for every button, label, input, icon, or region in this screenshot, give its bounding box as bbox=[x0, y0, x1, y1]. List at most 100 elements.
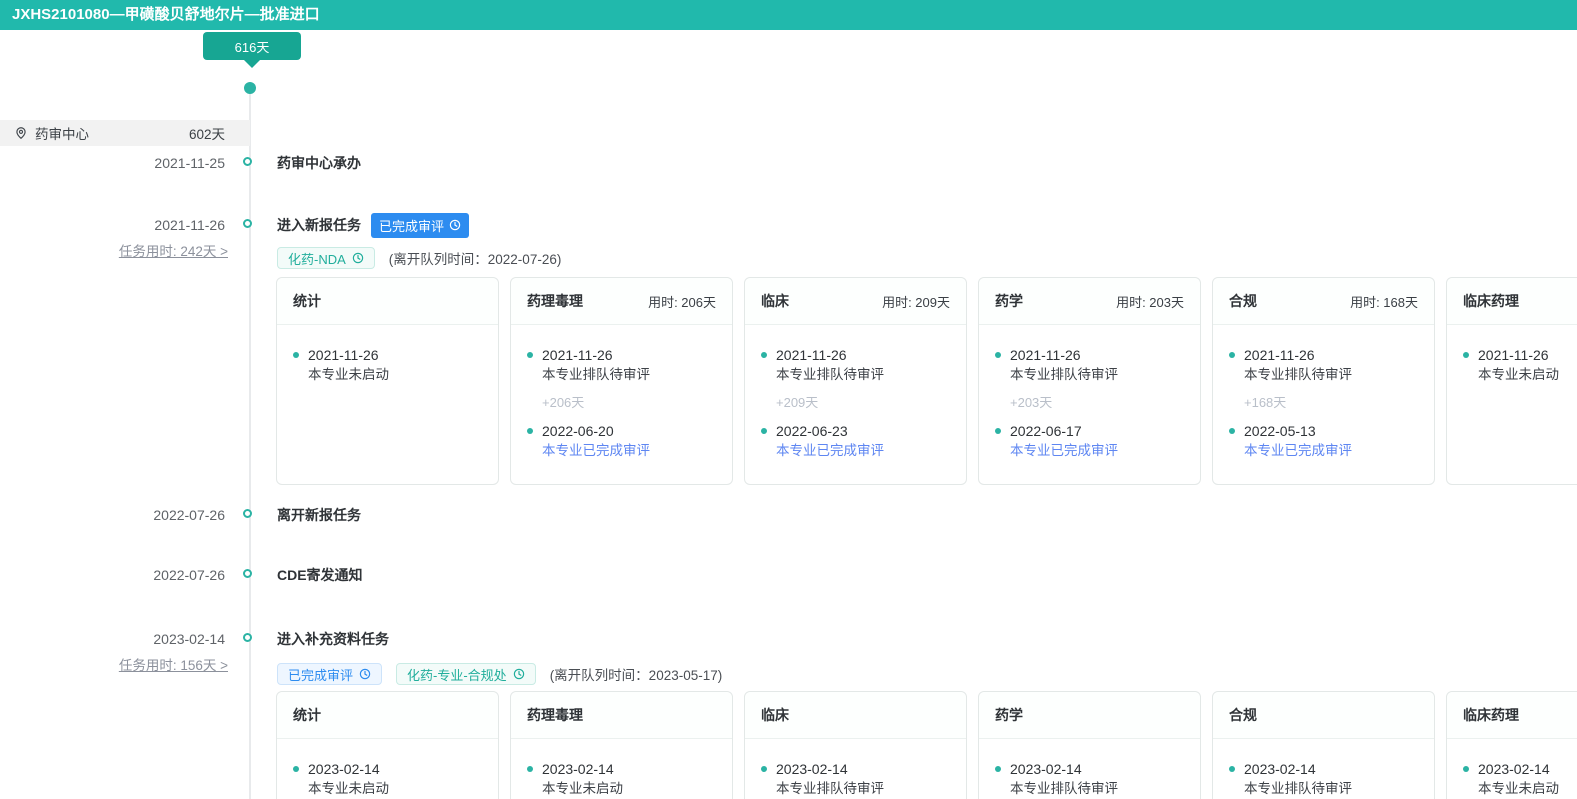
card-title: 合规 bbox=[1229, 705, 1257, 725]
bullet-dot bbox=[1229, 352, 1235, 358]
task-type-tag[interactable]: 化药-专业-合规处 bbox=[396, 663, 536, 685]
entry-date: 2021-11-26 bbox=[1244, 346, 1418, 364]
event-title: 离开新报任务 bbox=[277, 505, 361, 525]
entry-date: 2023-02-14 bbox=[1010, 760, 1184, 778]
card-title: 统计 bbox=[293, 291, 321, 311]
entry-status: 本专业未启动 bbox=[542, 780, 716, 798]
card-entry: 2021-11-26 本专业未启动 bbox=[293, 346, 482, 384]
queue-leave-note: (离开队列时间：2022-07-26) bbox=[389, 248, 562, 268]
review-timeline-page: JXHS2101080—甲磺酸贝舒地尔片—批准进口 616天 药审中心 602天… bbox=[0, 0, 1577, 799]
card-entry: 2021-11-26 本专业排队待审评 bbox=[527, 346, 716, 384]
card-statistics: 统计 2021-11-26 本专业未启动 bbox=[276, 277, 499, 485]
card-duration: 用时: 209天 bbox=[882, 292, 950, 311]
card-entry: 2023-02-14 本专业未启动 bbox=[293, 760, 482, 798]
event-title: 药审中心承办 bbox=[277, 153, 361, 173]
entry-date: 2022-06-23 bbox=[776, 422, 950, 440]
status-badge-completed[interactable]: 已完成审评 bbox=[371, 213, 469, 238]
card-title: 合规 bbox=[1229, 291, 1257, 311]
card-duration: 用时: 203天 bbox=[1116, 292, 1184, 311]
task-duration-link[interactable]: 任务用时: 242天 > bbox=[0, 242, 228, 262]
entry-status-link[interactable]: 本专业已完成审评 bbox=[542, 442, 716, 460]
entry-status: 本专业排队待审评 bbox=[776, 780, 950, 798]
card-pharmacology-toxicology: 药理毒理 用时: 206天 2021-11-26 本专业排队待审评 +206天 … bbox=[510, 277, 733, 485]
event-title: 进入补充资料任务 bbox=[277, 629, 389, 649]
card-title: 临床药理 bbox=[1463, 291, 1519, 311]
entry-date: 2022-05-13 bbox=[1244, 422, 1418, 440]
total-duration-tooltip: 616天 bbox=[203, 32, 301, 60]
queue-wait-duration: +168天 bbox=[1244, 395, 1418, 411]
card-statistics: 统计 2023-02-14 本专业未启动 bbox=[276, 691, 499, 799]
card-title: 统计 bbox=[293, 705, 321, 725]
card-clinical-pharmacology: 临床药理 2021-11-26 本专业未启动 bbox=[1446, 277, 1577, 485]
card-entry: 2023-02-14 本专业未启动 bbox=[527, 760, 716, 798]
card-duration: 用时: 206天 bbox=[648, 292, 716, 311]
entry-status: 本专业排队待审评 bbox=[542, 366, 716, 384]
card-entry: 2023-02-14 本专业排队待审评 bbox=[995, 760, 1184, 798]
card-title: 临床药理 bbox=[1463, 705, 1519, 725]
card-entry: 2022-06-23 本专业已完成审评 bbox=[761, 422, 950, 460]
bullet-dot bbox=[527, 352, 533, 358]
entry-status-link[interactable]: 本专业已完成审评 bbox=[1010, 442, 1184, 460]
bullet-dot bbox=[1229, 766, 1235, 772]
bullet-dot bbox=[995, 766, 1001, 772]
clock-icon bbox=[513, 668, 525, 680]
entry-status: 本专业未启动 bbox=[1478, 366, 1577, 384]
card-clinical-pharmacology: 临床药理 2023-02-14 本专业未启动 bbox=[1446, 691, 1577, 799]
timeline-start-dot bbox=[244, 82, 256, 94]
bullet-dot bbox=[995, 428, 1001, 434]
location-pin-icon bbox=[14, 126, 28, 140]
card-title: 药学 bbox=[995, 291, 1023, 311]
card-clinical: 临床 用时: 209天 2021-11-26 本专业排队待审评 +209天 20… bbox=[744, 277, 967, 485]
entry-status-link[interactable]: 本专业已完成审评 bbox=[1244, 442, 1418, 460]
timeline-line bbox=[249, 92, 251, 799]
card-title: 药理毒理 bbox=[527, 705, 583, 725]
card-entry: 2023-02-14 本专业未启动 bbox=[1463, 760, 1577, 798]
bullet-dot bbox=[1229, 428, 1235, 434]
clock-icon bbox=[449, 219, 461, 231]
clock-icon bbox=[359, 668, 371, 680]
specialty-cards-row-2: 统计 2023-02-14 本专业未启动 药理毒理 2023-02-14 本专业… bbox=[276, 691, 1577, 799]
card-duration: 用时: 168天 bbox=[1350, 292, 1418, 311]
task-type-label: 化药-专业-合规处 bbox=[407, 665, 507, 684]
entry-status: 本专业排队待审评 bbox=[776, 366, 950, 384]
card-title: 药理毒理 bbox=[527, 291, 583, 311]
entry-date: 2023-02-14 bbox=[1478, 760, 1577, 778]
card-pharmacology-toxicology: 药理毒理 2023-02-14 本专业未启动 bbox=[510, 691, 733, 799]
entry-date: 2022-06-17 bbox=[1010, 422, 1184, 440]
entry-date: 2021-11-26 bbox=[542, 346, 716, 364]
location-duration: 602天 bbox=[189, 123, 225, 143]
card-entry: 2022-06-17 本专业已完成审评 bbox=[995, 422, 1184, 460]
queue-wait-duration: +206天 bbox=[542, 395, 716, 411]
tooltip-arrow bbox=[244, 60, 260, 68]
entry-status-link[interactable]: 本专业已完成审评 bbox=[776, 442, 950, 460]
event-date: 2022-07-26 bbox=[0, 505, 225, 525]
page-title: JXHS2101080—甲磺酸贝舒地尔片—批准进口 bbox=[0, 0, 1577, 30]
card-title: 临床 bbox=[761, 705, 789, 725]
entry-status: 本专业排队待审评 bbox=[1010, 366, 1184, 384]
card-compliance: 合规 2023-02-14 本专业排队待审评 bbox=[1212, 691, 1435, 799]
status-badge-label: 已完成审评 bbox=[379, 216, 444, 235]
card-pharmaceutics: 药学 用时: 203天 2021-11-26 本专业排队待审评 +203天 20… bbox=[978, 277, 1201, 485]
card-entry: 2022-06-20 本专业已完成审评 bbox=[527, 422, 716, 460]
card-clinical: 临床 2023-02-14 本专业排队待审评 bbox=[744, 691, 967, 799]
event-date: 2021-11-26 bbox=[0, 215, 225, 235]
entry-date: 2021-11-26 bbox=[1010, 346, 1184, 364]
queue-leave-note: (离开队列时间：2023-05-17) bbox=[550, 664, 723, 684]
task-type-tag[interactable]: 化药-NDA bbox=[277, 247, 375, 269]
bullet-dot bbox=[1463, 352, 1469, 358]
card-entry: 2021-11-26 本专业排队待审评 bbox=[995, 346, 1184, 384]
card-entry: 2021-11-26 本专业排队待审评 bbox=[761, 346, 950, 384]
entry-date: 2023-02-14 bbox=[542, 760, 716, 778]
timeline-node bbox=[243, 509, 252, 518]
event-date: 2021-11-25 bbox=[0, 153, 225, 173]
task-duration-link[interactable]: 任务用时: 156天 > bbox=[0, 656, 228, 676]
status-chip-completed[interactable]: 已完成审评 bbox=[277, 663, 382, 685]
bullet-dot bbox=[1463, 766, 1469, 772]
entry-date: 2021-11-26 bbox=[308, 346, 482, 364]
queue-wait-duration: +203天 bbox=[1010, 395, 1184, 411]
entry-status: 本专业排队待审评 bbox=[1244, 366, 1418, 384]
card-entry: 2021-11-26 本专业未启动 bbox=[1463, 346, 1577, 384]
timeline-node bbox=[243, 219, 252, 228]
card-entry: 2023-02-14 本专业排队待审评 bbox=[761, 760, 950, 798]
bullet-dot bbox=[995, 352, 1001, 358]
